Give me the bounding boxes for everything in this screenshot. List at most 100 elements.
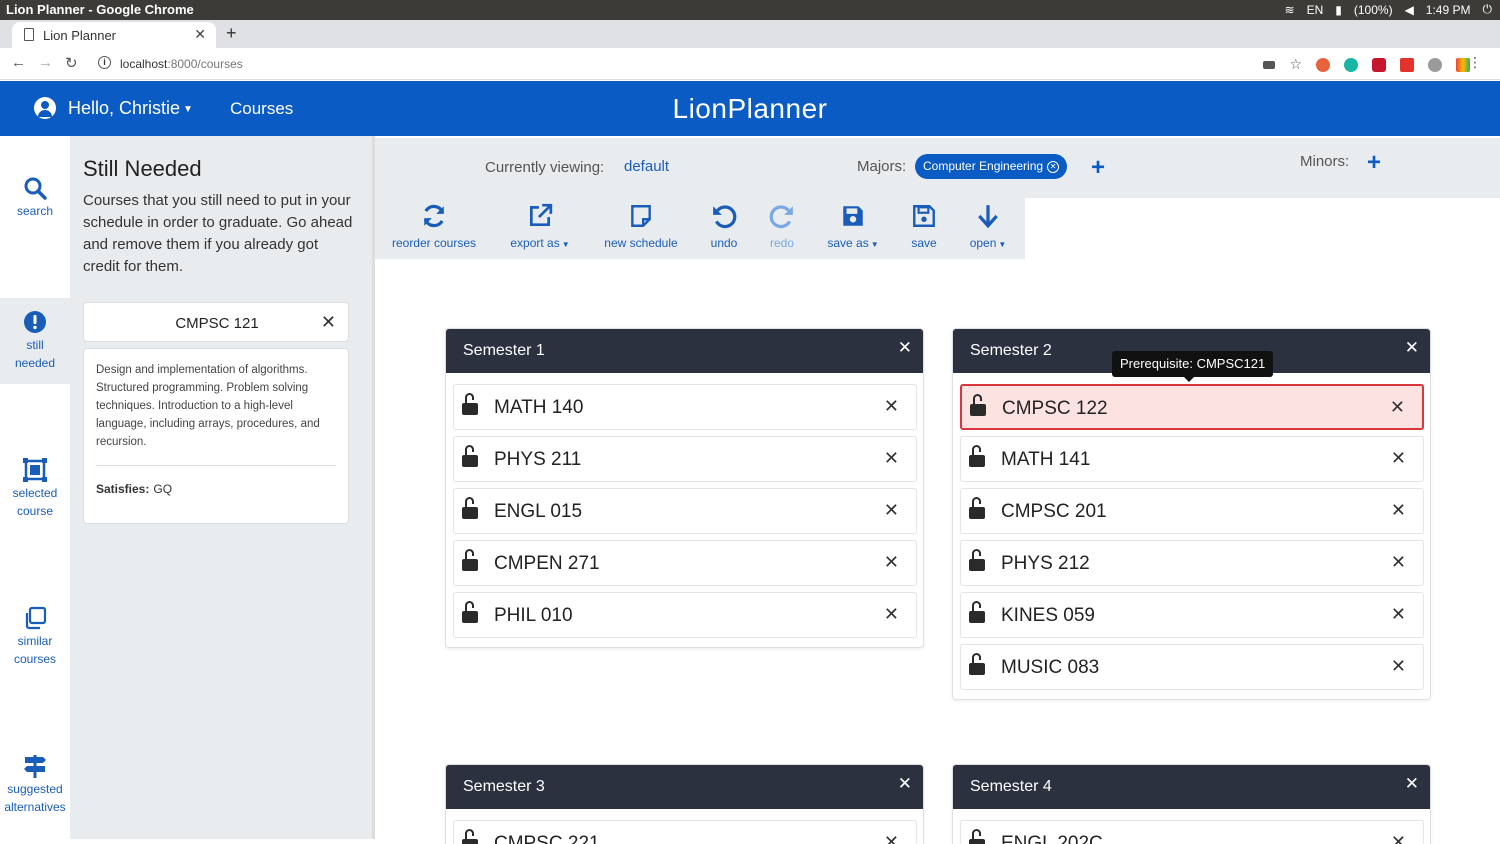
extension-icon[interactable] — [1316, 57, 1330, 72]
unlock-icon[interactable] — [969, 829, 985, 844]
schedule-name[interactable]: default — [624, 158, 669, 175]
remove-course-icon[interactable]: ✕ — [884, 604, 899, 625]
signpost-icon — [24, 755, 46, 778]
course-row[interactable]: ENGL 202C ✕ — [960, 820, 1424, 844]
unlock-icon[interactable] — [462, 829, 478, 844]
remove-semester-icon[interactable]: ✕ — [1405, 774, 1419, 794]
semester-card: Semester 1 ✕ MATH 140 ✕ PHYS 211 ✕ ENGL 01… — [445, 328, 924, 648]
new-tab-button[interactable]: + — [226, 23, 237, 44]
remove-course-icon[interactable]: ✕ — [1391, 656, 1406, 677]
url-host: localhost — [120, 57, 168, 71]
minors-label: Minors: — [1300, 153, 1350, 170]
remove-semester-icon[interactable]: ✕ — [898, 338, 912, 358]
undo-icon — [713, 205, 737, 229]
add-minor-button[interactable]: + — [1367, 149, 1381, 177]
rail-selected-course[interactable]: selected course — [0, 458, 70, 518]
close-tab-icon[interactable]: ✕ — [194, 26, 206, 43]
course-detail-card: Design and implementation of algorithms.… — [83, 348, 349, 524]
export-as-button[interactable]: export as ▼ — [505, 202, 575, 250]
remove-needed-course-icon[interactable]: ✕ — [321, 312, 336, 333]
rail-search-label: search — [16, 204, 54, 218]
rail-still-needed[interactable]: still needed — [0, 298, 70, 384]
remove-course-icon[interactable]: ✕ — [884, 448, 899, 469]
remove-course-icon[interactable]: ✕ — [884, 396, 899, 417]
course-row[interactable]: CMPSC 201 ✕ — [960, 488, 1424, 534]
remove-course-icon[interactable]: ✕ — [1390, 397, 1405, 418]
remove-course-icon[interactable]: ✕ — [1391, 448, 1406, 469]
browser-menu-icon[interactable]: ⋮ — [1468, 54, 1482, 71]
satisfies-row: Satisfies: GQ — [96, 482, 172, 496]
save-label: save — [911, 236, 937, 250]
url-field[interactable]: i localhost:8000/courses — [94, 52, 1284, 76]
course-row[interactable]: MATH 141 ✕ — [960, 436, 1424, 482]
course-code: ENGL 202C — [1001, 833, 1103, 844]
remove-course-icon[interactable]: ✕ — [884, 552, 899, 573]
side-rail: search still needed selected course simi… — [0, 136, 70, 844]
battery-icon[interactable]: ▮ — [1335, 3, 1342, 17]
still-needed-description: Courses that you still need to put in yo… — [83, 192, 353, 275]
back-icon[interactable]: ← — [11, 54, 26, 71]
open-button[interactable]: open ▼ — [965, 202, 1011, 250]
course-row[interactable]: PHYS 211 ✕ — [453, 436, 917, 482]
major-badge[interactable]: Computer Engineering ✕ — [915, 154, 1068, 179]
unlock-icon[interactable] — [462, 497, 478, 519]
remove-semester-icon[interactable]: ✕ — [1405, 338, 1419, 358]
course-row[interactable]: MATH 140 ✕ — [453, 384, 917, 430]
unlock-icon[interactable] — [969, 445, 985, 467]
course-row[interactable]: MUSIC 083 ✕ — [960, 644, 1424, 690]
course-row[interactable]: CMPSC 221 ✕ — [453, 820, 917, 844]
needed-course-card[interactable]: CMPSC 121 ✕ — [83, 302, 349, 342]
course-row[interactable]: PHYS 212 ✕ — [960, 540, 1424, 586]
power-icon[interactable]: ⏻ — [1483, 2, 1493, 17]
unlock-icon[interactable] — [970, 394, 986, 416]
unlock-icon[interactable] — [969, 653, 985, 675]
forward-icon[interactable]: → — [38, 54, 53, 71]
course-row[interactable]: PHIL 010 ✕ — [453, 592, 917, 638]
remove-semester-icon[interactable]: ✕ — [898, 774, 912, 794]
course-row-error[interactable]: CMPSC 122 ✕ — [960, 384, 1424, 430]
browser-tab[interactable]: Lion Planner ✕ — [12, 22, 216, 48]
clock[interactable]: 1:49 PM — [1426, 3, 1471, 17]
save-button[interactable]: save — [908, 202, 940, 250]
rail-suggested-label-1: suggested — [7, 782, 63, 796]
star-icon[interactable]: ☆ — [1289, 56, 1302, 73]
extension-icon[interactable] — [1344, 57, 1358, 72]
rail-search[interactable]: search — [0, 176, 70, 232]
sync-icon — [423, 204, 445, 228]
remove-course-icon[interactable]: ✕ — [884, 500, 899, 521]
unlock-icon[interactable] — [969, 601, 985, 623]
remove-major-icon[interactable]: ✕ — [1047, 160, 1060, 173]
key-icon[interactable] — [1263, 60, 1276, 69]
course-row[interactable]: ENGL 015 ✕ — [453, 488, 917, 534]
course-code: MATH 141 — [1001, 449, 1091, 470]
site-info-icon[interactable]: i — [98, 56, 111, 69]
network-icon[interactable]: ≋ — [1285, 3, 1295, 17]
keyboard-language[interactable]: EN — [1307, 3, 1324, 17]
undo-button[interactable]: undo — [705, 202, 743, 250]
remove-course-icon[interactable]: ✕ — [1391, 832, 1406, 844]
volume-icon[interactable]: ◀ — [1405, 3, 1414, 17]
remove-course-icon[interactable]: ✕ — [1391, 604, 1406, 625]
reload-icon[interactable]: ↻ — [65, 54, 78, 72]
remove-course-icon[interactable]: ✕ — [1391, 552, 1406, 573]
unlock-icon[interactable] — [969, 497, 985, 519]
extension-icon[interactable] — [1428, 57, 1442, 72]
unlock-icon[interactable] — [462, 549, 478, 571]
unlock-icon[interactable] — [462, 393, 478, 415]
unlock-icon[interactable] — [969, 549, 985, 571]
reorder-courses-button[interactable]: reorder courses — [389, 202, 479, 250]
new-schedule-button[interactable]: new schedule — [601, 202, 681, 250]
save-as-button[interactable]: save as ▼ — [823, 202, 883, 250]
rail-similar-courses[interactable]: similar courses — [0, 606, 70, 666]
remove-course-icon[interactable]: ✕ — [884, 832, 899, 844]
course-row[interactable]: CMPEN 271 ✕ — [453, 540, 917, 586]
unlock-icon[interactable] — [462, 445, 478, 467]
redo-button[interactable]: redo — [763, 202, 801, 250]
add-major-button[interactable]: + — [1091, 154, 1105, 182]
extension-icon[interactable] — [1400, 57, 1414, 72]
remove-course-icon[interactable]: ✕ — [1391, 500, 1406, 521]
rail-suggested-alternatives[interactable]: suggested alternatives — [0, 754, 70, 818]
course-row[interactable]: KINES 059 ✕ — [960, 592, 1424, 638]
unlock-icon[interactable] — [462, 601, 478, 623]
shield-icon[interactable] — [1372, 57, 1386, 72]
